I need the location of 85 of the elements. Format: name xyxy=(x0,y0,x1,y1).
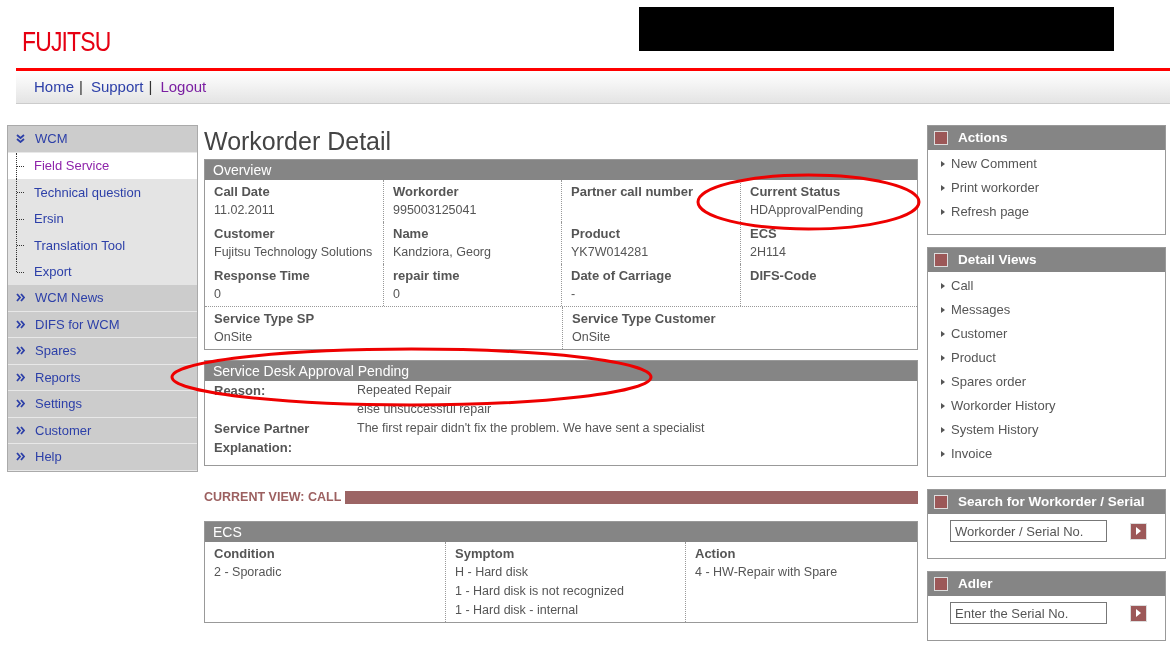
field-label: Partner call number xyxy=(571,183,695,201)
panel-link[interactable]: Print workorder xyxy=(928,176,1165,200)
panel-title: Actions xyxy=(928,126,1165,150)
field-value: - xyxy=(571,286,577,303)
panel-link[interactable]: Refresh page xyxy=(928,200,1165,224)
sidebar-section[interactable]: Settings xyxy=(8,391,197,418)
field-value: 1 - Hard disk is not recognized xyxy=(455,582,625,600)
field-value: 2 - Sporadic xyxy=(214,563,283,581)
field-label: Date of Carriage xyxy=(571,267,673,285)
field-value: 11.02.2011 xyxy=(214,202,276,219)
input-field[interactable]: Workorder / Serial No. xyxy=(950,520,1107,542)
field-label: Current Status xyxy=(750,183,842,201)
field-label: Workorder xyxy=(393,183,460,201)
current-view-label: CURRENT VIEW: CALL xyxy=(204,489,342,506)
logo: FUJITSU xyxy=(22,26,111,59)
field-value: 2H114 xyxy=(750,244,787,261)
field-value: 0 xyxy=(214,286,222,303)
field-label: Call Date xyxy=(214,183,271,201)
field-value: H - Hard disk xyxy=(455,563,529,581)
go-button[interactable] xyxy=(1130,522,1147,540)
panel-title: Search for Workorder / Serial xyxy=(928,490,1165,514)
field-label: Condition xyxy=(214,544,276,563)
field-value: HDApprovalPending xyxy=(750,202,865,219)
sidebar-section[interactable]: WCM News xyxy=(8,285,197,312)
field-label: ECS xyxy=(750,225,778,243)
panel-link[interactable]: System History xyxy=(928,418,1165,442)
field-value: YK7W014281 xyxy=(571,244,650,261)
square-icon xyxy=(934,495,948,509)
sidebar-section[interactable]: Reports xyxy=(8,364,197,391)
panel-link[interactable]: Call xyxy=(928,274,1165,298)
panel-link[interactable]: Invoice xyxy=(928,442,1165,466)
panel-title: Detail Views xyxy=(928,248,1165,272)
field-value: OnSite xyxy=(572,329,612,346)
sidebar-section[interactable]: Spares xyxy=(8,338,197,365)
nav-link-item[interactable]: Home xyxy=(34,75,74,99)
sidebar-item[interactable]: Export xyxy=(8,258,197,285)
field-value: Repeated Repair xyxy=(357,382,453,399)
sidebar-section[interactable]: WCM xyxy=(8,126,197,153)
panel-link[interactable]: Workorder History xyxy=(928,394,1165,418)
nav-separator: | xyxy=(148,76,153,97)
field-value: 995003125041 xyxy=(393,202,478,219)
field-label: Service Type SP xyxy=(214,310,316,328)
panel-title: Adler xyxy=(928,572,1165,596)
square-icon xyxy=(934,131,948,145)
panel-link[interactable]: Product xyxy=(928,346,1165,370)
sidebar-section[interactable]: Customer xyxy=(8,417,197,444)
sidebar-section[interactable]: Help xyxy=(8,444,197,471)
input-field[interactable]: Enter the Serial No. xyxy=(950,602,1107,624)
field-value: OnSite xyxy=(214,329,254,346)
field-label: Action xyxy=(695,544,737,563)
field-value: else unsuccessful repair xyxy=(357,401,492,418)
sidebar-item[interactable]: Technical question xyxy=(8,179,197,206)
nav-link-item[interactable]: Logout xyxy=(160,75,207,99)
field-label: DIFS-Code xyxy=(750,267,818,285)
panel-link[interactable]: New Comment xyxy=(928,152,1165,176)
panel-title: Service Desk Approval Pending xyxy=(205,361,917,381)
panel-title: ECS xyxy=(205,521,917,542)
panel-link[interactable]: Customer xyxy=(928,322,1165,346)
field-label: Product xyxy=(571,225,622,243)
field-value: 0 xyxy=(393,286,401,303)
field-label: Symptom xyxy=(455,544,516,563)
field-label: Response Time xyxy=(214,267,311,285)
field-label: repair time xyxy=(393,267,461,285)
field-label: Service Partner Explanation: xyxy=(214,420,311,457)
field-label: Service Type Customer xyxy=(572,310,717,328)
field-value: Fujitsu Technology Solutions xyxy=(214,244,374,261)
field-label: Customer xyxy=(214,225,276,243)
nav-separator: | xyxy=(79,76,83,97)
field-value: The first repair didn't fix the problem. We have sent a specialist xyxy=(357,420,705,437)
sidebar-item[interactable]: Field Service xyxy=(8,152,197,179)
field-value: 4 - HW-Repair with Spare xyxy=(695,563,839,581)
go-button[interactable] xyxy=(1130,604,1147,622)
page-title: Workorder Detail xyxy=(204,126,393,157)
field-label: Name xyxy=(393,225,430,243)
panel-link[interactable]: Spares order xyxy=(928,370,1165,394)
nav-link-item[interactable]: Support xyxy=(90,75,144,99)
field-value: Kandziora, Georg xyxy=(393,244,492,261)
sidebar-item[interactable]: Ersin xyxy=(8,205,197,232)
panel-title: Overview xyxy=(205,160,917,180)
sidebar-section[interactable]: DIFS for WCM xyxy=(8,311,197,338)
square-icon xyxy=(934,253,948,267)
panel-link[interactable]: Messages xyxy=(928,298,1165,322)
sidebar-item[interactable]: Translation Tool xyxy=(8,232,197,259)
square-icon xyxy=(934,577,948,591)
field-value: 1 - Hard disk - internal xyxy=(455,601,579,619)
